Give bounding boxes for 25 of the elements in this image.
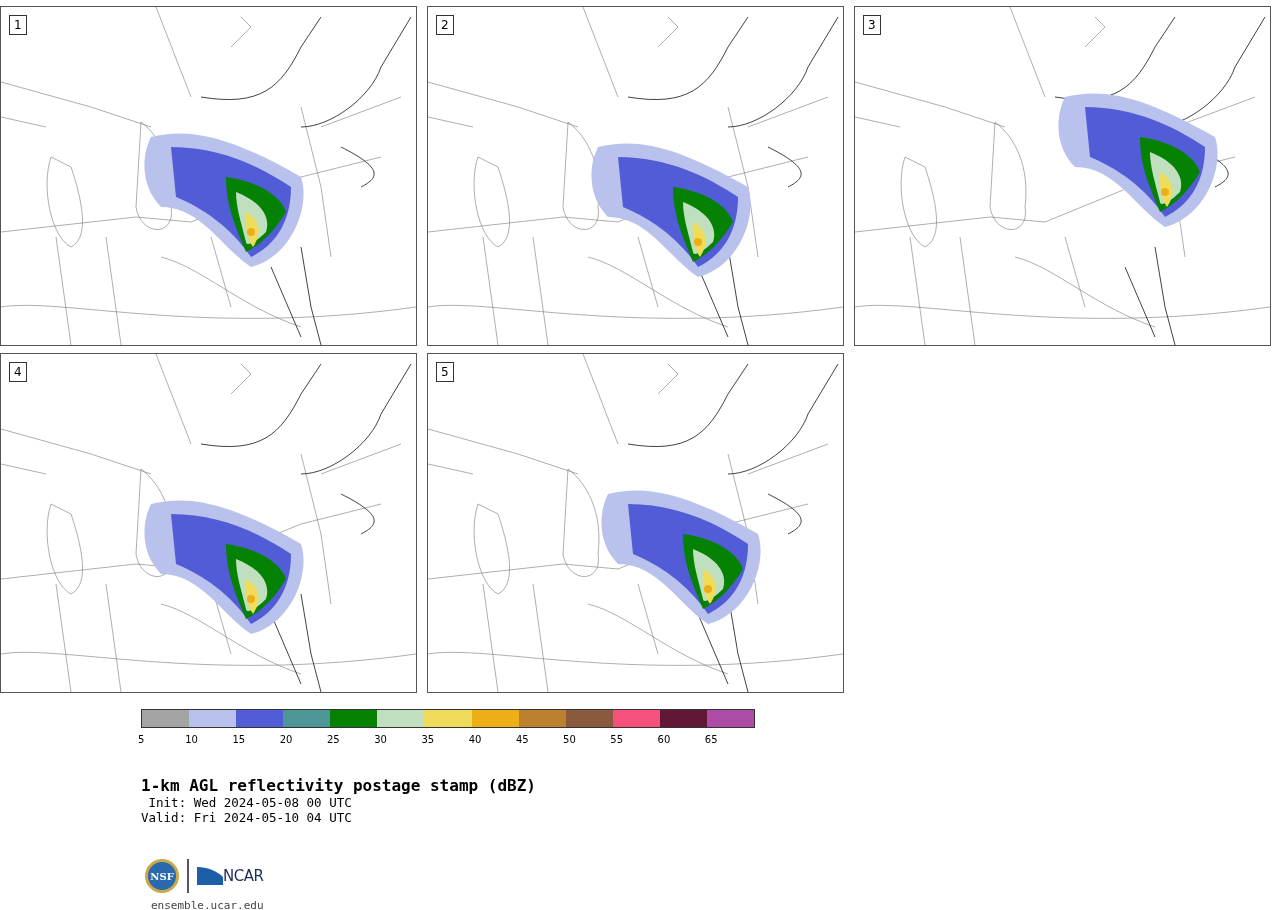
tick-label: 45 — [515, 734, 529, 745]
tick-label: 40 — [468, 734, 482, 745]
tick-label: 10 — [185, 734, 198, 745]
chart-title: 1-km AGL reflectivity postage stamp (dBZ) — [141, 777, 537, 795]
panel-number: 3 — [863, 15, 881, 35]
tick-label: 50 — [563, 734, 576, 745]
tick-label: 25 — [326, 734, 340, 745]
panel-number: 5 — [436, 362, 454, 382]
tick-label: 20 — [279, 734, 293, 745]
tick-label: 55 — [610, 734, 624, 745]
website-url: ensemble.ucar.edu — [151, 899, 265, 910]
tick-label: 15 — [232, 734, 246, 745]
init-time: Init: Wed 2024-05-08 00 UTC — [147, 795, 353, 810]
valid-time: Valid: Fri 2024-05-10 04 UTC — [141, 810, 353, 825]
tick-label: 65 — [704, 734, 718, 745]
tick-label: 35 — [421, 734, 435, 745]
panel-number: 1 — [9, 15, 27, 35]
seal-text: NSF — [150, 870, 174, 882]
logo-text: NCAR — [223, 867, 264, 885]
panel-number: 4 — [9, 362, 27, 382]
swoosh-logo-icon — [197, 867, 223, 885]
tick-label: 5 — [138, 734, 145, 745]
tick-label: 60 — [657, 734, 671, 745]
panel-number: 2 — [436, 15, 454, 35]
tick-label: 30 — [374, 734, 387, 745]
